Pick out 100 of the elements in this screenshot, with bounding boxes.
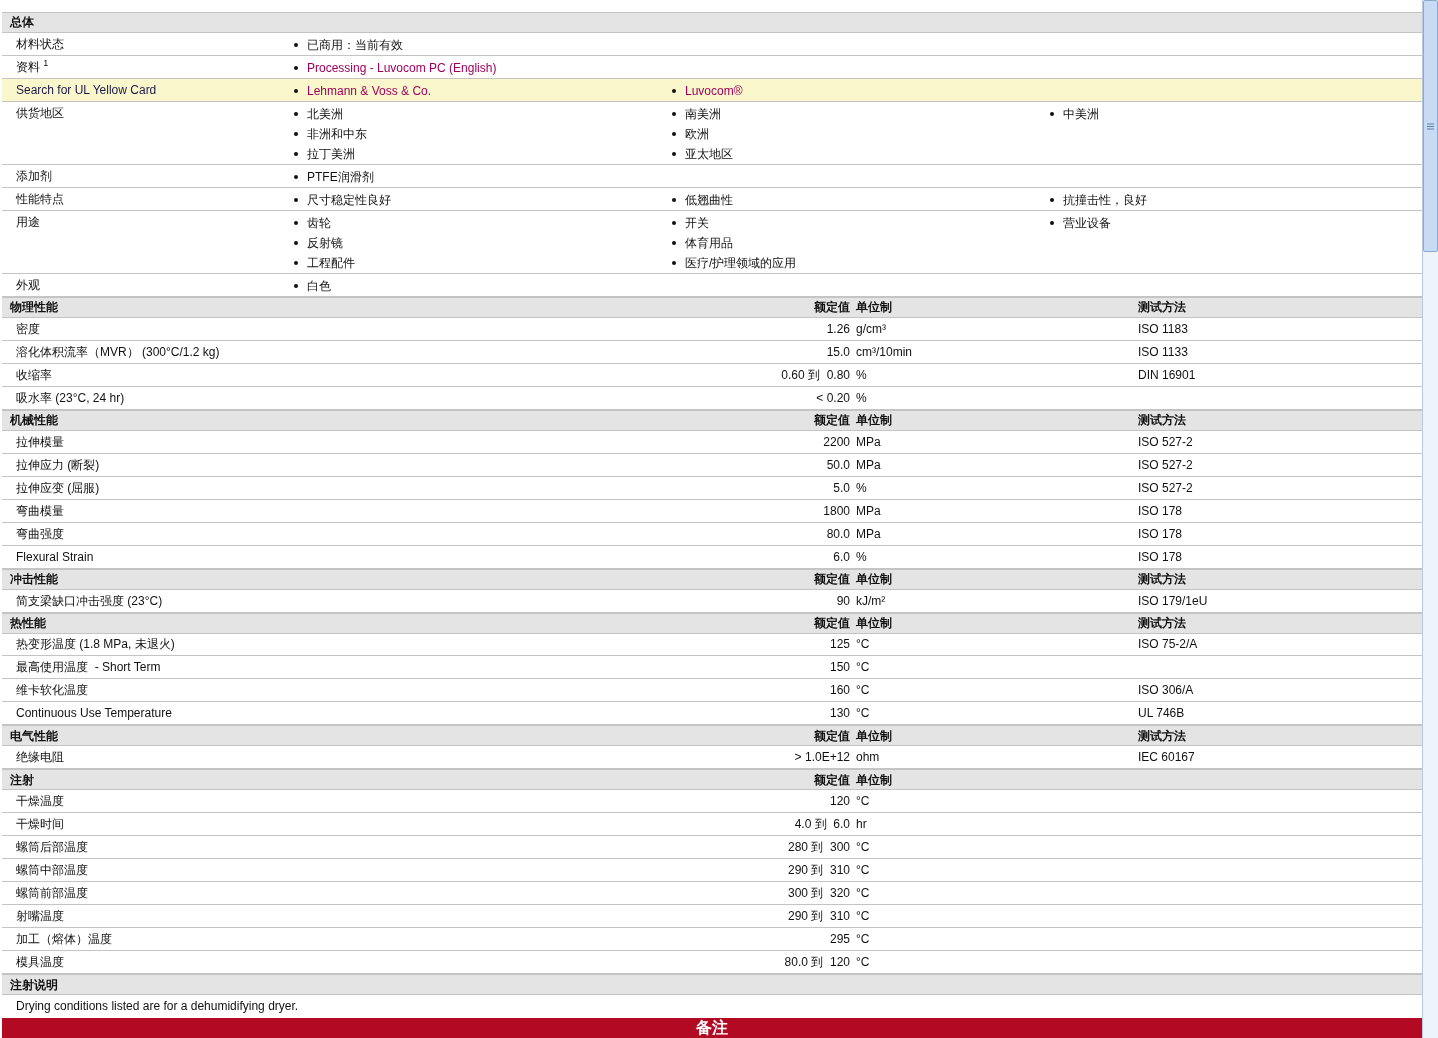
list-item-text: 抗撞击性，良好 — [1063, 191, 1147, 209]
column-header: 测试方法 — [1138, 413, 1186, 428]
link[interactable]: Processing - Luvocom PC (English) — [307, 58, 497, 77]
scrollbar[interactable] — [1422, 0, 1438, 1038]
property-value: 80.0 到 120 — [784, 955, 850, 970]
test-method: ISO 527-2 — [1138, 480, 1193, 495]
bullet-icon — [294, 151, 298, 156]
list-item-text: 中美洲 — [1063, 105, 1099, 123]
unit-text: % — [856, 480, 867, 495]
property-value: 150 — [829, 660, 850, 675]
property-label: 螺筒中部温度 — [16, 863, 88, 878]
property-label: 拉伸应变 (屈服) — [16, 480, 100, 495]
property-label: 干燥温度 — [16, 794, 64, 809]
list-item-text: 北美洲 — [307, 105, 343, 123]
property-value: 0.60 到 0.80 — [781, 367, 850, 382]
bullet-icon — [294, 197, 298, 202]
column-header: 测试方法 — [1138, 572, 1186, 587]
link[interactable]: Lehmann & Voss & Co. — [307, 81, 432, 100]
column-header: 测试方法 — [1138, 616, 1186, 630]
column-header: 测试方法 — [1138, 300, 1186, 315]
link[interactable]: Luvocom® — [685, 81, 743, 100]
unit-text: °C — [856, 886, 870, 901]
unit-text: kJ/m² — [856, 593, 886, 608]
property-value: 50.0 — [826, 457, 850, 472]
test-method: ISO 1133 — [1138, 344, 1188, 359]
field-label: Search for UL Yellow Card — [16, 82, 157, 97]
list-item-text: 白色 — [307, 277, 331, 295]
property-label: 螺筒后部温度 — [16, 840, 88, 855]
unit-text: °C — [856, 840, 870, 855]
remarks-banner: 备注 — [2, 1017, 1422, 1038]
section-title: 热性能 — [9, 616, 46, 630]
property-label: 模具温度 — [16, 955, 64, 970]
unit-text: MPa — [856, 526, 881, 541]
list-item-text: 亚太地区 — [685, 145, 733, 163]
property-label: 溶化体积流率（MVR） (300°C/1.2 kg) — [16, 344, 220, 359]
property-label: 弯曲模量 — [16, 503, 64, 518]
bullet-icon — [294, 220, 298, 225]
bullet-icon — [294, 283, 298, 288]
section-title: 注射 — [9, 772, 34, 787]
property-value: 290 到 310 — [787, 909, 850, 924]
section-title: 电气性能 — [9, 728, 58, 743]
property-value: 6.0 — [833, 549, 850, 564]
column-header: 额定值 — [814, 300, 850, 315]
bullet-icon — [1050, 197, 1054, 202]
section-title: 物理性能 — [9, 300, 58, 315]
list-item-text: 尺寸稳定性良好 — [307, 191, 391, 209]
test-method: ISO 178 — [1138, 526, 1183, 541]
property-label: 加工（熔体）温度 — [16, 932, 112, 947]
property-label: 射嘴温度 — [16, 909, 64, 924]
property-value: 290 到 310 — [787, 863, 850, 878]
column-header: 单位制 — [856, 572, 892, 587]
unit-text: g/cm³ — [856, 321, 886, 336]
field-label: 资料 $^{1}$ — [16, 59, 49, 74]
property-label: 收缩率 — [16, 367, 52, 382]
field-label: 供货地区 — [16, 105, 64, 120]
property-value: 1.26 — [826, 321, 850, 336]
list-item-text: 南美洲 — [685, 105, 721, 123]
section-title: 总体 — [8, 15, 34, 30]
unit-text: °C — [856, 794, 870, 809]
list-item-text: 体育用品 — [685, 234, 733, 252]
property-label: 绝缘电阻 — [16, 750, 64, 765]
field-label: 添加剂 — [16, 168, 52, 183]
column-header: 额定值 — [814, 728, 850, 743]
list-item-text: 已商用：当前有效 — [307, 36, 403, 54]
unit-text: MPa — [856, 457, 881, 472]
bullet-icon — [672, 88, 676, 93]
property-value: > 1.0E+12 — [794, 750, 850, 765]
scrollbar-thumb[interactable] — [1423, 0, 1438, 252]
test-method: UL 746B — [1138, 706, 1185, 721]
column-header: 额定值 — [814, 413, 850, 428]
unit-text: °C — [856, 863, 870, 878]
test-method: ISO 179/1eU — [1138, 593, 1208, 608]
unit-text: % — [856, 390, 867, 405]
property-label: 热变形温度 (1.8 MPa, 未退火) — [16, 637, 175, 652]
bullet-icon — [294, 88, 298, 93]
field-label: 材料状态 — [16, 36, 64, 51]
column-header: 单位制 — [856, 300, 892, 315]
unit-text: MPa — [856, 503, 881, 518]
test-method: ISO 527-2 — [1138, 434, 1193, 449]
test-method: ISO 75-2/A — [1138, 637, 1198, 652]
property-value: 120 — [829, 794, 850, 809]
unit-text: °C — [856, 706, 870, 721]
unit-text: % — [856, 367, 867, 382]
section-title: 注射说明 — [9, 977, 58, 992]
bullet-icon — [672, 240, 676, 245]
section-title: 冲击性能 — [9, 572, 58, 587]
property-value: 130 — [829, 706, 850, 721]
test-method: ISO 178 — [1138, 503, 1183, 518]
unit-text: °C — [856, 637, 870, 652]
list-item-text: 反射镜 — [307, 234, 343, 252]
bullet-icon — [294, 174, 298, 179]
property-value: 160 — [829, 683, 850, 698]
bullet-icon — [672, 111, 676, 116]
bullet-icon — [1050, 111, 1054, 116]
bullet-icon — [294, 65, 298, 70]
column-header: 单位制 — [856, 772, 892, 787]
unit-text: °C — [856, 955, 870, 970]
property-value: 300 到 320 — [787, 886, 850, 901]
column-header: 单位制 — [856, 728, 892, 743]
bullet-icon — [672, 197, 676, 202]
